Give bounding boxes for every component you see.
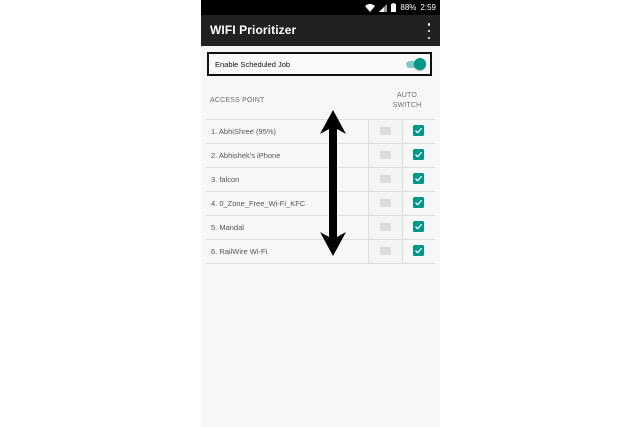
status-bar: 88% 2:59 [201,0,440,15]
auto-switch-checkbox[interactable] [413,221,424,232]
auto-switch-checkbox[interactable] [413,173,424,184]
signal-icon [379,3,388,12]
drag-handle-icon[interactable] [368,216,403,239]
drag-handle-icon[interactable] [368,240,403,263]
drag-handle-icon[interactable] [368,192,403,215]
overflow-menu-icon[interactable] [425,23,433,39]
wifi-icon [365,3,376,12]
drag-handle-icon[interactable] [368,144,403,167]
access-point-name: 5. Mandal [211,223,244,232]
auto-switch-header-line2: SWITCH [392,102,422,109]
status-icons: 88% 2:59 [365,2,436,13]
auto-switch-column-header: AUTO SWITCH [392,91,422,111]
access-point-name: 3. falcon [211,175,240,184]
app-title: WIFI Prioritizer [210,23,297,37]
auto-switch-checkbox[interactable] [413,149,424,160]
battery-percent: 88% [400,3,417,12]
reorder-arrow-icon [320,110,346,256]
drag-handle-icon[interactable] [368,168,403,191]
auto-switch-checkbox[interactable] [413,197,424,208]
battery-icon [391,3,397,12]
access-point-name: 2. Abhishek's iPhone [211,151,281,160]
access-point-name: 1. AbhiShree (95%) [211,127,277,136]
auto-switch-checkbox[interactable] [413,125,424,136]
app-bar: WIFI Prioritizer [201,15,440,46]
phone-screen: 88% 2:59 WIFI Prioritizer Enable Schedul… [201,0,440,427]
access-point-column-header: ACCESS POINT [210,97,265,104]
drag-handle-icon[interactable] [368,120,403,143]
access-point-name: 4. 0_Zone_Free_Wi-Fi_KFC [211,199,306,208]
access-point-name: 6. RailWire Wi-Fi [211,247,268,256]
scheduled-job-row[interactable]: Enable Scheduled Job [207,52,432,76]
auto-switch-checkbox[interactable] [413,245,424,256]
auto-switch-header-line1: AUTO [396,92,418,99]
scheduled-job-label: Enable Scheduled Job [215,60,291,69]
scheduled-job-toggle[interactable] [406,58,426,70]
clock: 2:59 [420,3,436,12]
